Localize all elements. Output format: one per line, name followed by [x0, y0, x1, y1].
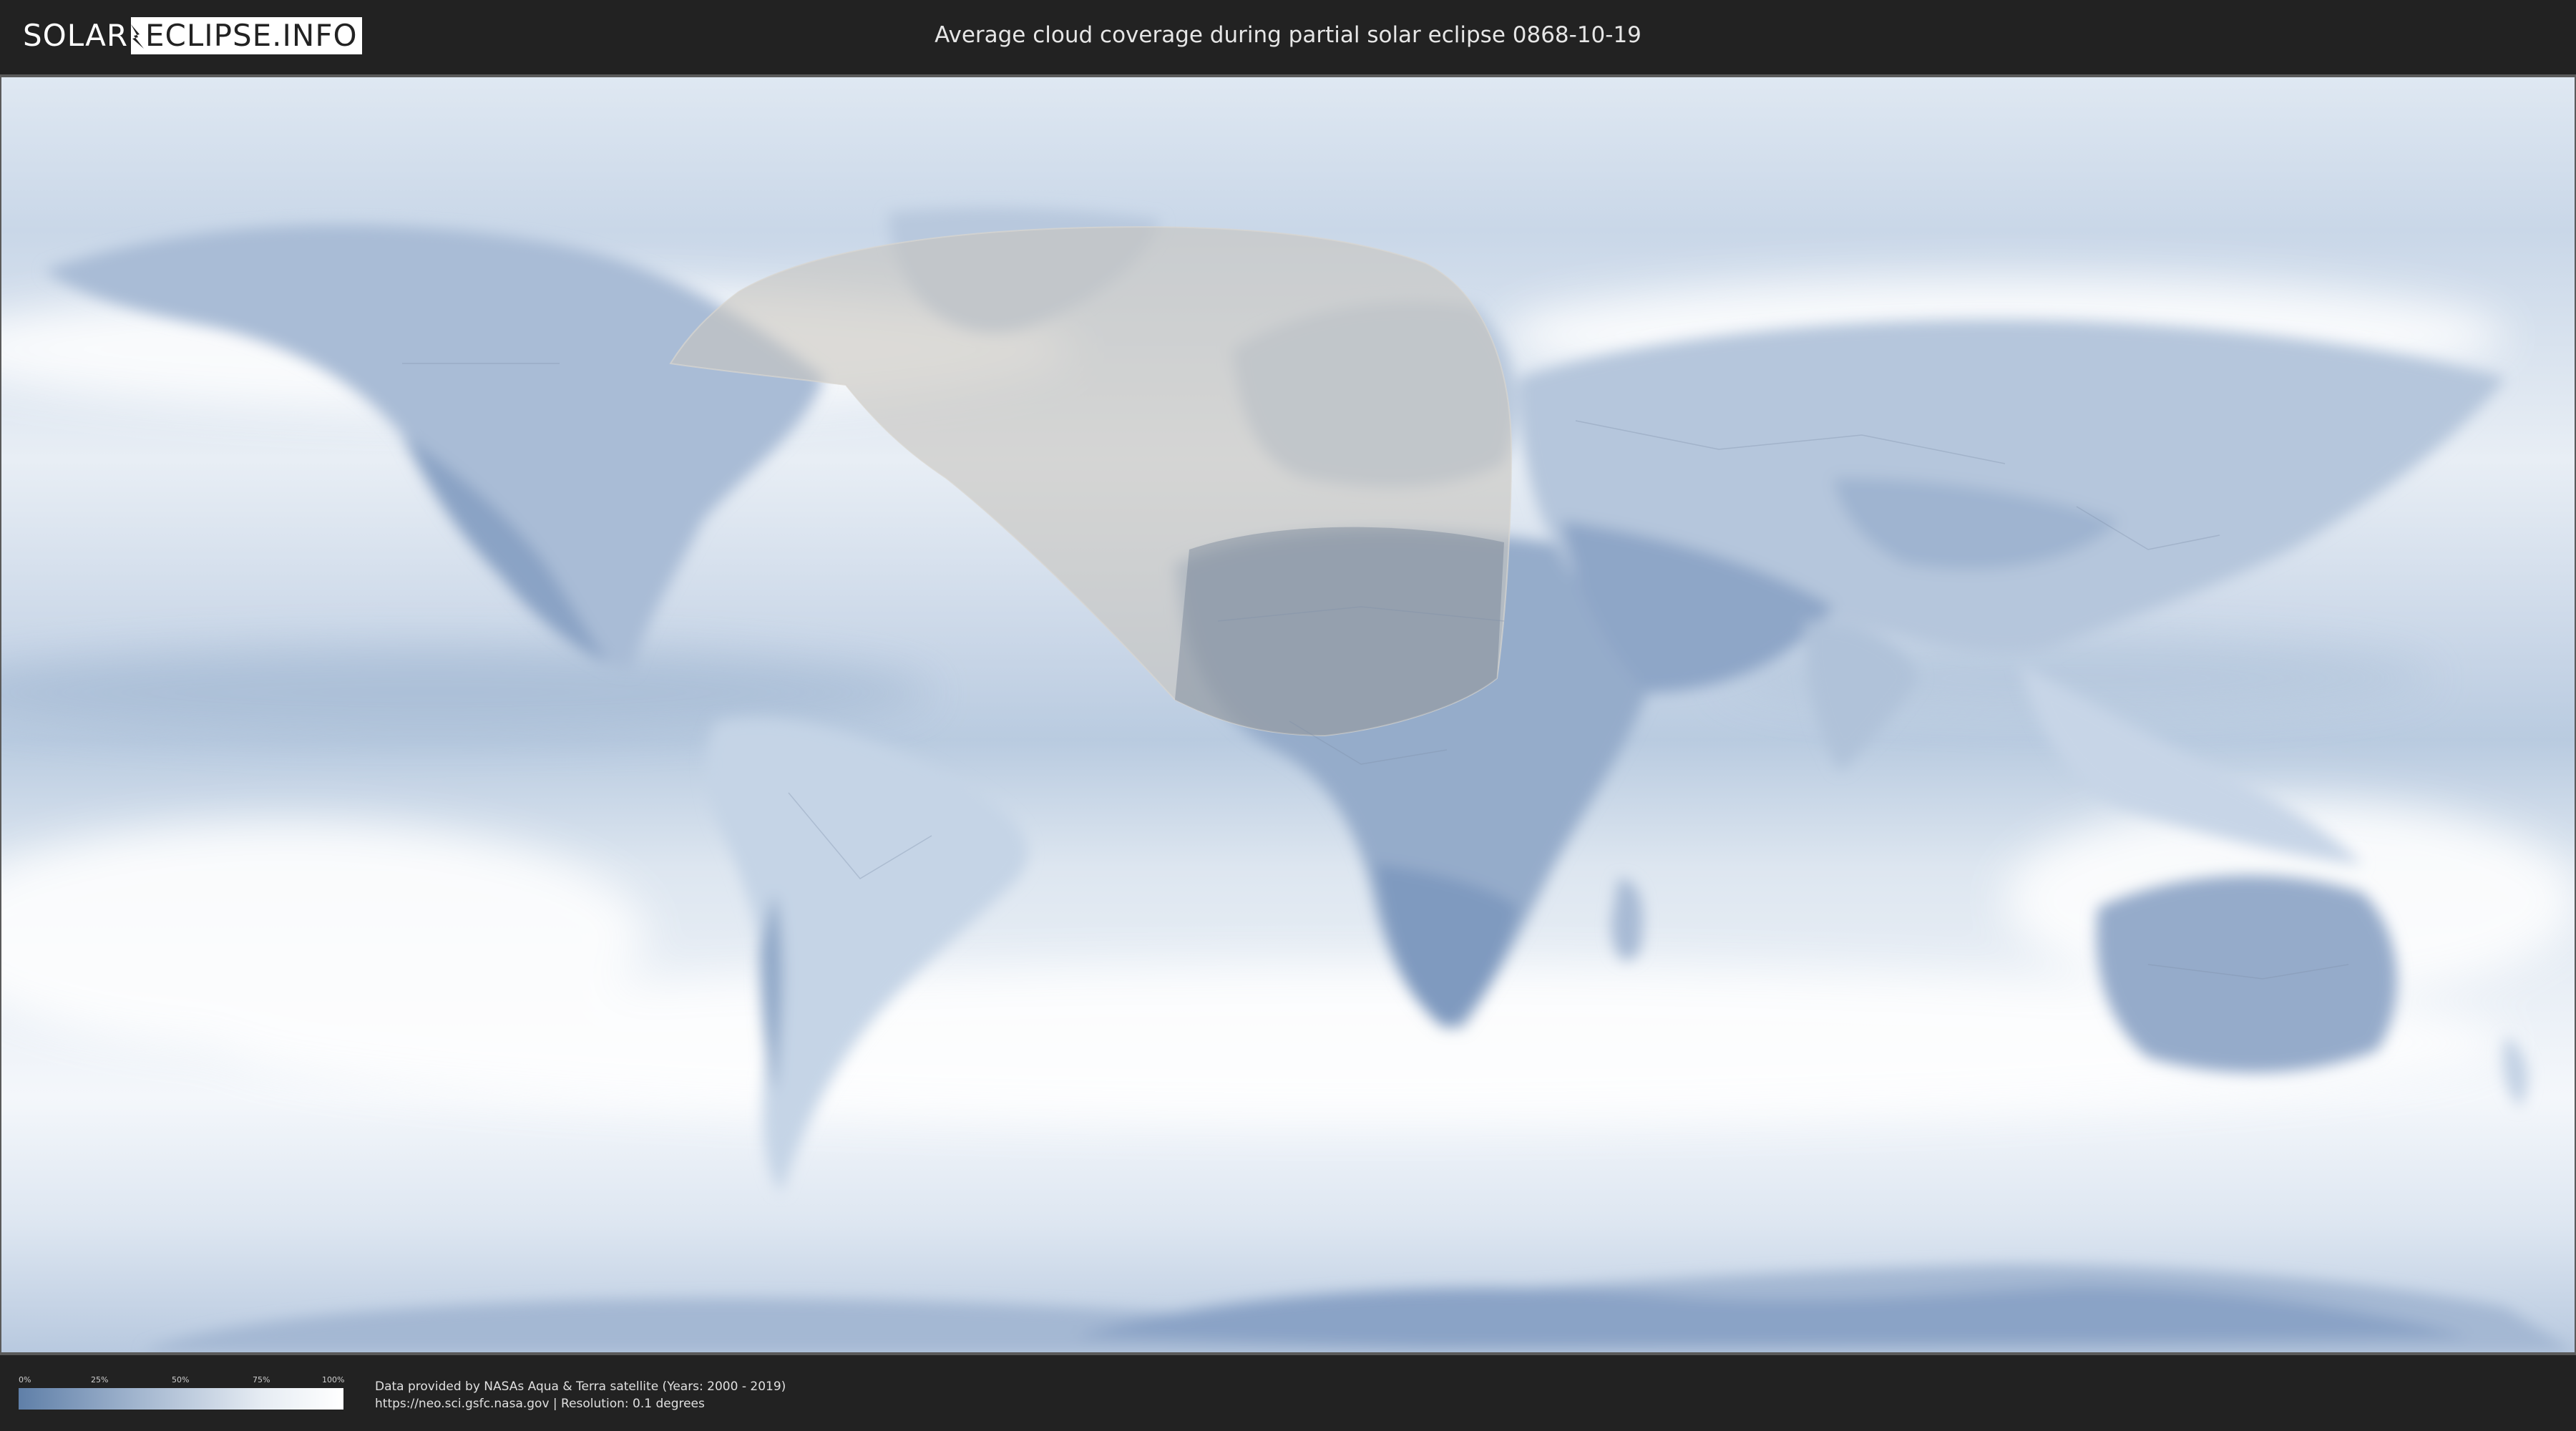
- map-frame: [0, 74, 2576, 1355]
- legend-tick-75: 75%: [253, 1375, 270, 1384]
- legend-color-bar: [19, 1388, 343, 1410]
- data-credits: Data provided by NASAs Aqua & Terra sate…: [375, 1378, 786, 1412]
- credits-line-source: Data provided by NASAs Aqua & Terra sate…: [375, 1379, 786, 1394]
- legend-tick-25: 25%: [91, 1375, 109, 1384]
- australia: [2096, 875, 2397, 1073]
- credits-line-url: https://neo.sci.gsfc.nasa.gov | Resoluti…: [375, 1397, 705, 1411]
- legend-tick-50: 50%: [172, 1375, 190, 1384]
- page-title: Average cloud coverage during partial so…: [935, 22, 1641, 48]
- legend-tick-100: 100%: [322, 1375, 345, 1384]
- page: SOLAR ECLIPSE.INFO Average cloud coverag…: [0, 0, 2576, 1431]
- header: SOLAR ECLIPSE.INFO Average cloud coverag…: [0, 0, 2576, 72]
- cloud-coverage-map[interactable]: [1, 77, 2575, 1352]
- legend-tick-0: 0%: [19, 1375, 31, 1384]
- footer: 0% 25% 50% 75% 100% Data provided by NAS…: [0, 1357, 2576, 1431]
- cloud-coverage-legend: 0% 25% 50% 75% 100%: [19, 1375, 345, 1411]
